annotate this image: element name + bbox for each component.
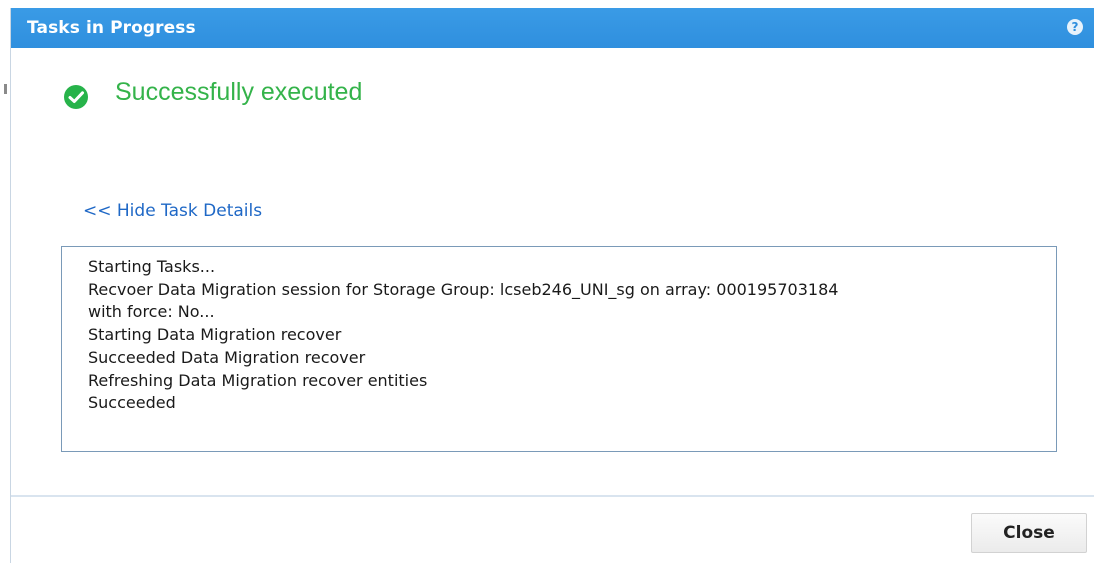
task-details-log: Starting Tasks... Recvoer Data Migration… — [88, 256, 1050, 415]
dialog-titlebar: Tasks in Progress ? — [11, 8, 1094, 48]
close-button[interactable]: Close — [971, 513, 1087, 553]
hide-task-details-link[interactable]: << Hide Task Details — [83, 201, 262, 221]
log-line: Refreshing Data Migration recover entiti… — [88, 370, 428, 390]
log-line: Succeeded — [88, 393, 176, 413]
help-icon[interactable]: ? — [1067, 19, 1083, 35]
log-line: Starting Tasks... — [88, 257, 216, 276]
dialog-title: Tasks in Progress — [27, 18, 196, 38]
task-details-box[interactable]: Starting Tasks... Recvoer Data Migration… — [61, 246, 1057, 452]
log-line: Recvoer Data Migration session for Stora… — [88, 279, 839, 299]
log-line: with force: No... — [88, 302, 215, 322]
check-circle-icon — [64, 85, 88, 109]
log-line: Starting Data Migration recover — [88, 325, 342, 345]
footer-divider — [11, 495, 1094, 497]
tasks-dialog: Tasks in Progress ? Successfully execute… — [10, 8, 1094, 563]
window-edge-mark — [4, 84, 7, 94]
log-line: Succeeded Data Migration recover — [88, 347, 366, 367]
status-message: Successfully executed — [115, 78, 363, 106]
